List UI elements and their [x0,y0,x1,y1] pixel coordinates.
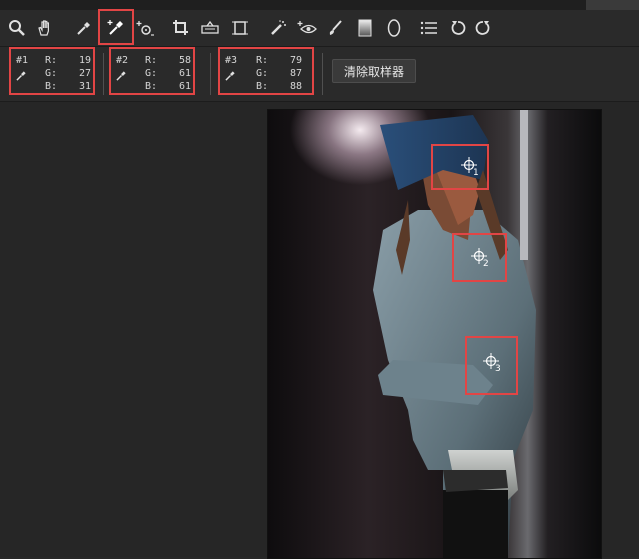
title-strip-edge [586,0,639,10]
toolbar [0,9,639,47]
hand-icon [38,20,49,36]
eyedropper-icon [77,22,90,35]
color-sampler-tool[interactable] [98,9,134,45]
graduated-filter-tool[interactable] [351,14,379,42]
rotate-right-button[interactable] [469,14,497,42]
sampler-readout-2: #2 R: 58 G: 61 B: 61 [109,47,195,95]
ellipse-icon [387,19,401,37]
list-icon [420,21,437,35]
crop-tool[interactable] [167,14,195,42]
clear-samplers-button[interactable]: 清除取样器 [332,59,416,83]
sampler-eyedropper-icon [116,70,127,85]
sampler-eyedropper-icon [16,70,27,85]
sampler-readout-1: #1 R: 19 G: 27 B: 31 [9,47,95,95]
straighten-tool[interactable] [196,14,224,42]
title-strip [0,0,639,10]
photo-preview[interactable]: 1 2 3 [267,109,602,559]
green-value: 87 [289,68,302,79]
white-balance-tool[interactable] [70,14,98,42]
radial-filter-tool[interactable] [380,14,408,42]
sampler-id: #3 [225,55,238,66]
red-label: R: [256,55,269,66]
sampler-marker-1[interactable]: 1 [431,144,489,190]
divider [210,53,211,95]
hand-tool[interactable] [31,14,59,42]
red-eye-icon [297,21,317,34]
zoom-tool[interactable] [3,14,31,42]
blue-label: B: [145,81,158,92]
sampler-id: #2 [116,55,129,66]
magnifier-icon [9,20,25,36]
marker-label: 2 [483,259,489,269]
spot-removal-tool[interactable] [264,14,292,42]
sampler-readout-3: #3 R: 79 G: 87 B: 88 [218,47,314,95]
brush-icon [329,20,342,35]
rotate-ccw-icon [451,21,466,35]
image-canvas[interactable]: 1 2 3 [0,102,639,559]
red-value: 58 [178,55,191,66]
red-value: 19 [78,55,91,66]
sampler-marker-3[interactable]: 3 [465,336,518,395]
red-label: R: [145,55,158,66]
transform-tool[interactable] [226,14,254,42]
red-value: 79 [289,55,302,66]
targeted-adjustment-tool[interactable] [131,14,159,42]
crop-icon [173,20,188,35]
blue-value: 61 [178,81,191,92]
red-eye-tool[interactable] [293,14,321,42]
green-value: 61 [178,68,191,79]
target-adjust-icon [136,21,154,36]
rotate-left-button[interactable] [444,14,472,42]
color-sampler-bar: #1 R: 19 G: 27 B: 31 #2 R: 58 G: 61 B: 61 #3 R… [0,47,639,102]
blue-value: 88 [289,81,302,92]
green-label: G: [256,68,269,79]
spot-brush-icon [271,20,286,35]
blue-label: B: [256,81,269,92]
red-label: R: [45,55,58,66]
blue-value: 31 [78,81,91,92]
transform-icon [232,21,248,35]
marker-label: 3 [495,364,501,374]
green-label: G: [145,68,158,79]
blue-label: B: [45,81,58,92]
divider [322,53,323,95]
preferences-button[interactable] [415,14,443,42]
rotate-cw-icon [475,21,490,35]
adjustment-brush-tool[interactable] [322,14,350,42]
marker-label: 1 [473,168,479,178]
divider [103,53,104,95]
gradient-icon [358,19,372,37]
sampler-id: #1 [16,55,29,66]
sampler-eyedropper-icon [225,70,236,85]
sampler-marker-2[interactable]: 2 [452,233,507,282]
level-icon [201,20,219,34]
color-sampler-icon [107,20,123,35]
green-label: G: [45,68,58,79]
green-value: 27 [78,68,91,79]
